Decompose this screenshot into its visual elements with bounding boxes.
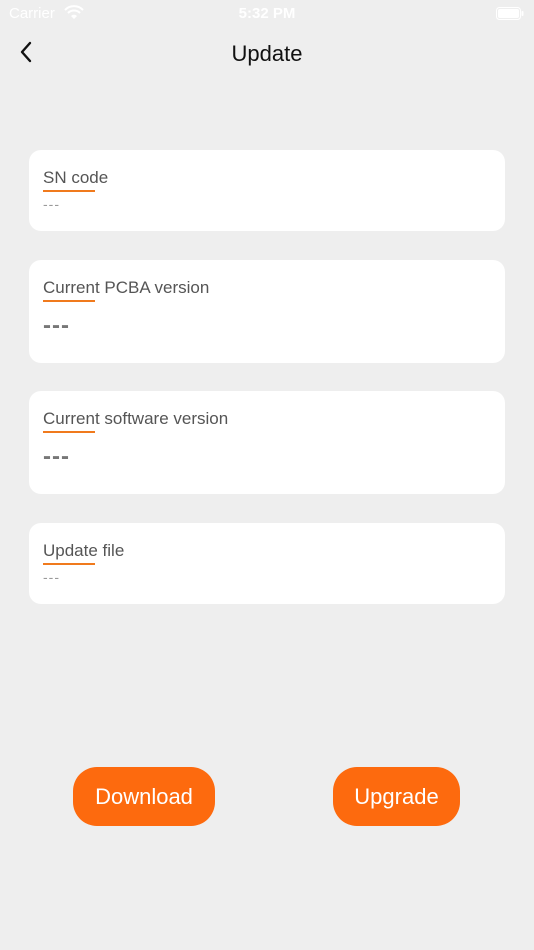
label-underline <box>43 300 95 302</box>
download-button[interactable]: Download <box>73 767 215 826</box>
sn-code-value: --- <box>43 196 60 212</box>
pcba-version-label: Current PCBA version <box>43 278 210 297</box>
nav-bar: Update <box>0 28 534 82</box>
software-version-card: Current software version --- <box>29 391 505 494</box>
pcba-version-card: Current PCBA version --- <box>29 260 505 363</box>
back-button[interactable] <box>12 38 40 70</box>
software-version-label: Current software version <box>43 409 229 428</box>
pcba-version-value: --- <box>43 312 70 339</box>
upgrade-button[interactable]: Upgrade <box>333 767 460 826</box>
software-version-value: --- <box>43 443 70 470</box>
status-time: 5:32 PM <box>238 5 296 22</box>
battery-icon <box>496 7 524 20</box>
label-underline <box>43 563 95 565</box>
status-bar: Carrier 5:32 PM <box>0 0 534 28</box>
page-title: Update <box>231 41 303 66</box>
update-file-card[interactable]: Update file --- <box>29 523 505 604</box>
update-file-label: Update file <box>43 541 125 560</box>
sn-code-label: SN code <box>43 168 109 187</box>
chevron-left-icon <box>19 41 33 68</box>
sn-code-card: SN code --- <box>29 150 505 231</box>
label-underline <box>43 190 95 192</box>
update-file-value: --- <box>43 569 60 585</box>
label-underline <box>43 431 95 433</box>
update-screen: Carrier 5:32 PM Update SN code --- Curre… <box>0 0 534 950</box>
